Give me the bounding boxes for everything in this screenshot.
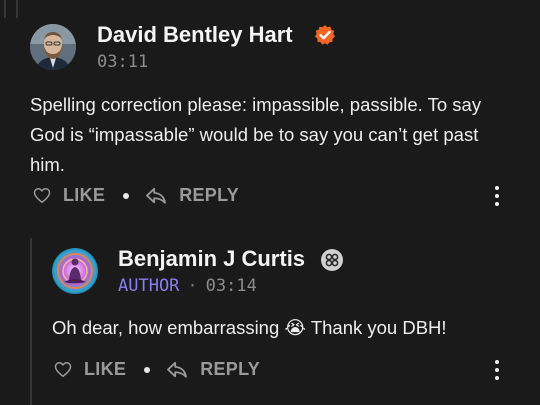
comment-timestamp[interactable]: 03:11	[97, 52, 148, 72]
reply-button[interactable]: REPLY	[145, 185, 239, 206]
reply-avatar[interactable]	[52, 248, 98, 294]
reply-author-name[interactable]: Benjamin J Curtis	[118, 246, 305, 272]
like-label: LIKE	[84, 359, 127, 379]
reply-arrow-icon	[167, 361, 188, 378]
reply-timestamp[interactable]: 03:14	[206, 276, 257, 296]
like-button[interactable]: LIKE	[33, 185, 105, 206]
heart-icon	[33, 188, 51, 203]
thread-line-top-right	[16, 0, 18, 18]
reply-arrow-icon	[146, 187, 167, 204]
comment-author-name[interactable]: David Bentley Hart	[97, 22, 293, 48]
author-badge-icon	[321, 249, 343, 271]
verified-badge-icon	[315, 25, 335, 45]
meditation-avatar-image	[52, 248, 98, 294]
avatar[interactable]	[30, 24, 76, 70]
avatar-photo	[30, 24, 76, 70]
separator-dot	[144, 366, 151, 373]
more-options-icon[interactable]	[495, 186, 499, 206]
reply-meta: AUTHOR · 03:14	[118, 276, 257, 296]
reply-label: REPLY	[179, 185, 240, 205]
reply-more-options-icon[interactable]	[495, 360, 499, 380]
comment-body: Spelling correction please: impassible, …	[30, 94, 482, 175]
comment-actions: LIKE REPLY	[33, 185, 239, 206]
reply-thread-line	[30, 238, 32, 405]
separator-dot	[123, 192, 130, 199]
reply-actions: LIKE REPLY	[54, 359, 260, 380]
like-label: LIKE	[63, 185, 106, 205]
reply-like-button[interactable]: LIKE	[54, 359, 126, 380]
thread-line-top-left	[4, 0, 6, 18]
meta-separator: ·	[187, 276, 198, 296]
reply-reply-button[interactable]: REPLY	[166, 359, 260, 380]
heart-icon	[54, 362, 72, 377]
reply-label: REPLY	[200, 359, 261, 379]
reply-body: Oh dear, how embarrassing 😭 Thank you DB…	[52, 317, 447, 338]
author-role-label: AUTHOR	[118, 276, 180, 296]
